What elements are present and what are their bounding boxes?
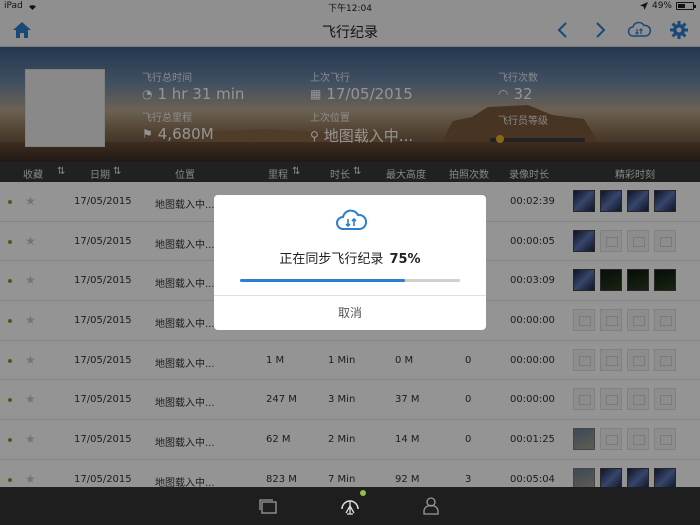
cloud-sync-icon — [336, 209, 368, 230]
notification-dot — [360, 490, 366, 496]
tab-bar — [0, 487, 700, 525]
sync-progress-bar — [240, 279, 460, 282]
sync-progress-fill — [240, 279, 405, 282]
flight-records-icon[interactable] — [339, 495, 361, 517]
sync-dialog: 正在同步飞行纪录 75% 取消 — [214, 195, 486, 330]
cancel-button[interactable]: 取消 — [214, 296, 486, 330]
album-icon[interactable] — [257, 495, 279, 517]
sync-percent: 75% — [389, 252, 421, 267]
user-icon[interactable] — [420, 495, 442, 517]
sync-message: 正在同步飞行纪录 75% — [279, 252, 421, 267]
